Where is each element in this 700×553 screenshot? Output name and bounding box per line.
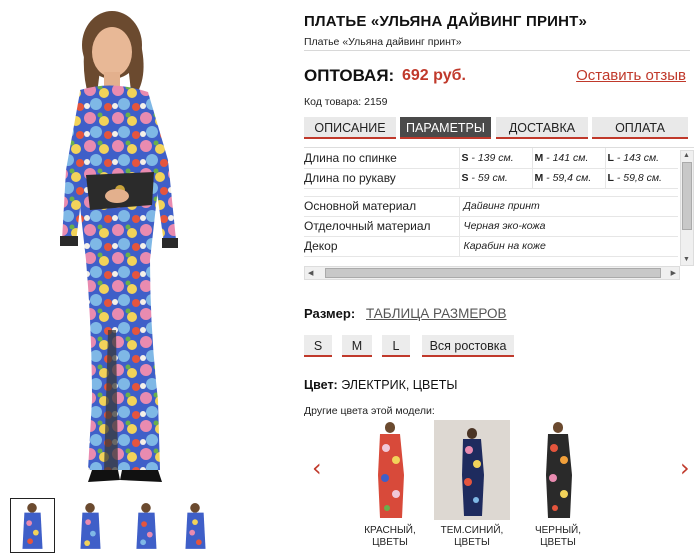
size-options: S M L Вся ростовка (304, 335, 604, 359)
size-m-button[interactable]: M (342, 335, 372, 357)
size-s-value: S - 59 см. (458, 168, 532, 189)
variant-dark-blue-flowers[interactable]: ТЕМ.СИНИЙ, ЦВЕТЫ (432, 420, 512, 553)
param-value: Дайвинг принт (458, 196, 678, 217)
size-l-value: L - 59,8 см. (604, 168, 678, 189)
product-info-panel: ПЛАТЬЕ «УЛЬЯНА ДАЙВИНГ ПРИНТ» Платье «Ул… (304, 0, 700, 553)
all-sizes-button[interactable]: Вся ростовка (422, 335, 514, 357)
table-row: Длина по рукаву S - 59 см. M - 59,4 см. … (304, 168, 678, 189)
param-name: Декор (304, 236, 459, 257)
carousel-prev-icon[interactable]: ‹ (312, 454, 322, 482)
product-sku: Код товара: 2159 (304, 96, 388, 108)
breadcrumb-product-name: Платье «Ульяна дайвинг принт» (304, 36, 462, 48)
main-product-photo[interactable] (0, 0, 290, 490)
table-row: Отделочный материал Черная эко-кожа (304, 216, 678, 237)
table-row: Длина по спинке S - 139 см. M - 141 см. … (304, 148, 678, 169)
size-m-value: M - 141 см. (531, 148, 605, 169)
table-gap (304, 188, 678, 197)
param-name: Основной материал (304, 196, 459, 217)
tab-parameters[interactable]: ПАРАМЕТРЫ (400, 117, 491, 139)
tab-description[interactable]: ОПИСАНИЕ (304, 117, 396, 139)
carousel-next-icon[interactable]: › (680, 454, 690, 482)
size-s-button[interactable]: S (304, 335, 332, 357)
param-value: Карабин на коже (458, 236, 678, 257)
parameters-panel: Длина по спинке S - 139 см. M - 141 см. … (304, 147, 694, 282)
color-value: ЭЛЕКТРИК, ЦВЕТЫ (341, 378, 458, 392)
scroll-down-icon[interactable]: ▼ (683, 256, 690, 264)
product-tabs: ОПИСАНИЕ ПАРАМЕТРЫ ДОСТАВКА ОПЛАТА (304, 117, 694, 139)
parameters-scroll-area[interactable]: Длина по спинке S - 139 см. M - 141 см. … (304, 148, 678, 266)
photo-thumbnails (10, 498, 290, 553)
size-l-value: L - 143 см. (604, 148, 678, 169)
variant-photo (520, 420, 596, 520)
vertical-scrollbar[interactable]: ▲ ▼ (680, 150, 694, 266)
size-chart-link[interactable]: ТАБЛИЦА РАЗМЕРОВ (366, 306, 507, 321)
scrollbar-thumb[interactable] (682, 162, 692, 230)
scroll-up-icon[interactable]: ▲ (683, 152, 690, 160)
variant-black-flowers[interactable]: ЧЕРНЫЙ, ЦВЕТЫ (518, 420, 598, 553)
scroll-left-icon[interactable]: ◀ (308, 269, 313, 277)
divider (304, 50, 690, 51)
color-label: Цвет: (304, 378, 338, 392)
leave-review-link[interactable]: Оставить отзыв (576, 67, 686, 84)
thumbnail-2[interactable] (68, 498, 113, 553)
parameters-table: Длина по спинке S - 139 см. M - 141 см. … (304, 148, 678, 257)
size-l-button[interactable]: L (382, 335, 410, 357)
size-s-value: S - 139 см. (458, 148, 532, 169)
size-row: Размер: ТАБЛИЦА РАЗМЕРОВ (304, 306, 507, 321)
param-name: Отделочный материал (304, 216, 459, 237)
thumbnail-4[interactable] (173, 498, 218, 553)
table-row: Декор Карабин на коже (304, 236, 678, 257)
price-value: 692 руб. (402, 67, 466, 84)
variant-photo (352, 420, 428, 520)
variant-red-flowers[interactable]: КРАСНЫЙ, ЦВЕТЫ (350, 420, 430, 553)
color-variants-carousel: ‹ КРАСНЫЙ, ЦВЕТЫ ТЕМ.СИНИЙ, ЦВЕТЫ ЧЕРНЫЙ, Ц… (304, 418, 700, 553)
horizontal-scrollbar[interactable]: ◀ ▶ (304, 266, 680, 280)
price-label: ОПТОВАЯ: (304, 66, 395, 85)
product-title: ПЛАТЬЕ «УЛЬЯНА ДАЙВИНГ ПРИНТ» (304, 13, 588, 30)
other-colors-label: Другие цвета этой модели: (304, 405, 435, 417)
price-row: ОПТОВАЯ: 692 руб. Оставить отзыв (304, 66, 694, 86)
param-value: Черная эко-кожа (458, 216, 678, 237)
variant-photo (434, 420, 510, 520)
variant-label: ЧЕРНЫЙ, ЦВЕТЫ (534, 525, 582, 548)
thumbnail-1[interactable] (10, 498, 55, 553)
tab-payment[interactable]: ОПЛАТА (592, 117, 688, 139)
model-in-floral-dress-image (60, 11, 178, 482)
param-name: Длина по спинке (304, 148, 459, 169)
size-label: Размер: (304, 306, 356, 321)
thumbnail-3[interactable] (123, 498, 168, 553)
scrollbar-thumb[interactable] (325, 268, 661, 278)
scroll-right-icon[interactable]: ▶ (671, 269, 676, 277)
table-row: Основной материал Дайвинг принт (304, 196, 678, 217)
color-row: Цвет: ЭЛЕКТРИК, ЦВЕТЫ (304, 378, 457, 392)
tab-delivery[interactable]: ДОСТАВКА (496, 117, 588, 139)
param-name: Длина по рукаву (304, 168, 459, 189)
size-m-value: M - 59,4 см. (531, 168, 605, 189)
variant-label: ТЕМ.СИНИЙ, ЦВЕТЫ (440, 525, 504, 548)
